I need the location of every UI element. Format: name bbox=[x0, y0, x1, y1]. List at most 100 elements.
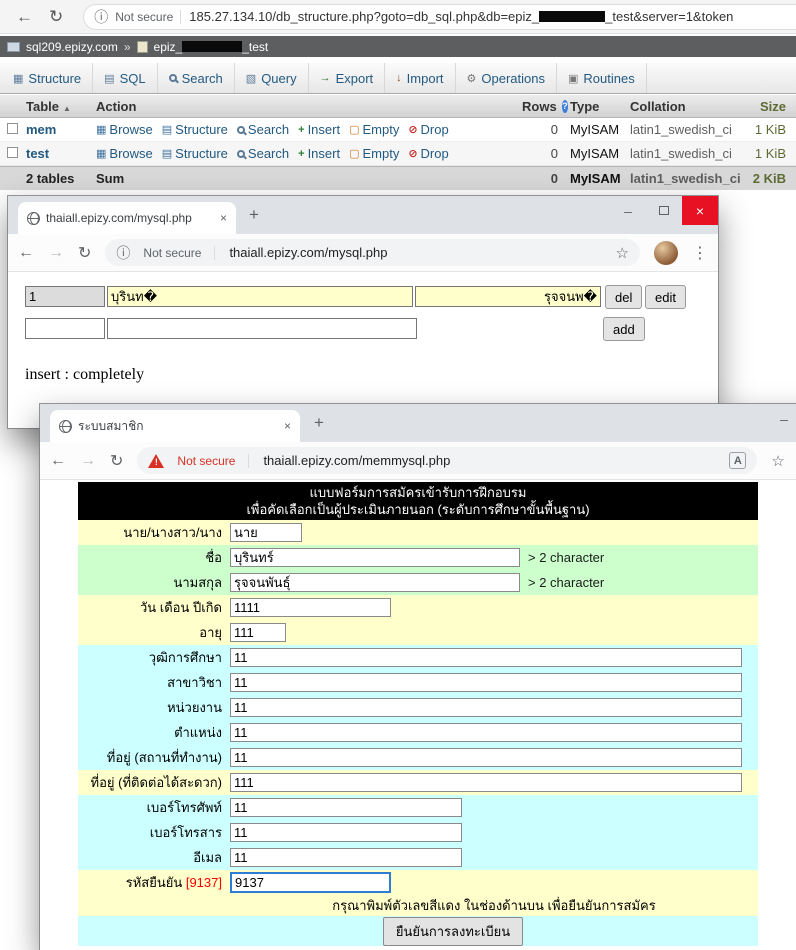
search-icon bbox=[169, 74, 177, 82]
last-name-input[interactable] bbox=[230, 573, 520, 592]
tab-export[interactable]: →Export bbox=[309, 63, 386, 93]
email-input[interactable] bbox=[230, 848, 462, 867]
form-title: แบบฟอร์มการสมัครเข้ารับการฝึกอบรม เพื่อค… bbox=[78, 482, 758, 520]
info-icon[interactable]: ⓘ bbox=[116, 243, 130, 263]
browser-toolbar: ← → ↻ ! Not secure thaiall.epizy.com/mem… bbox=[40, 442, 796, 480]
empty-link[interactable]: ▢Empty bbox=[349, 146, 399, 161]
refresh-icon[interactable]: ↻ bbox=[49, 7, 63, 27]
tab-close-icon[interactable]: × bbox=[284, 419, 291, 433]
address-bar[interactable]: ! Not secure thaiall.epizy.com/memmysql.… bbox=[137, 447, 757, 474]
phone-input[interactable] bbox=[230, 798, 462, 817]
drop-link[interactable]: ⊘Drop bbox=[408, 146, 448, 161]
del-button[interactable]: del bbox=[605, 285, 642, 309]
window-titlebar[interactable]: thaiall.epizy.com/mysql.php × + – × bbox=[8, 196, 718, 234]
contact-address-input[interactable] bbox=[230, 773, 742, 792]
tab-search[interactable]: Search bbox=[158, 63, 235, 93]
table-name-link[interactable]: mem bbox=[26, 122, 96, 137]
refresh-icon[interactable]: ↻ bbox=[78, 243, 91, 263]
position-input[interactable] bbox=[230, 723, 742, 742]
tab-import[interactable]: ↓Import bbox=[385, 63, 455, 93]
tab-close-icon[interactable]: × bbox=[220, 211, 227, 225]
edit-button[interactable]: edit bbox=[645, 285, 686, 309]
insert-link[interactable]: +Insert bbox=[298, 146, 340, 161]
row-checkbox[interactable] bbox=[7, 123, 18, 134]
tab-routines[interactable]: ▣Routines bbox=[557, 63, 647, 93]
forward-icon[interactable]: → bbox=[48, 244, 64, 262]
bookmark-star-icon[interactable]: ☆ bbox=[616, 244, 629, 262]
work-address-input[interactable] bbox=[230, 748, 742, 767]
table-name-link[interactable]: test bbox=[26, 146, 96, 161]
browser-tab[interactable]: thaiall.epizy.com/mysql.php × bbox=[18, 202, 236, 234]
header-label: Rows bbox=[522, 99, 557, 114]
tab-label: Import bbox=[407, 71, 444, 86]
size: 1 KiB bbox=[738, 146, 790, 161]
first-name-input[interactable] bbox=[230, 548, 520, 567]
close-button[interactable]: × bbox=[682, 196, 718, 225]
structure-link[interactable]: ▤Structure bbox=[162, 146, 228, 161]
info-icon[interactable]: ⓘ bbox=[94, 7, 108, 27]
menu-icon[interactable]: ⋮ bbox=[692, 243, 708, 263]
address-bar[interactable]: ⓘ Not secure 185.27.134.10/db_structure.… bbox=[83, 4, 796, 30]
tab-label: Query bbox=[261, 71, 296, 86]
insert-link[interactable]: +Insert bbox=[298, 122, 340, 137]
age-input[interactable] bbox=[230, 623, 286, 642]
back-icon[interactable]: ← bbox=[16, 7, 33, 27]
forward-icon[interactable]: → bbox=[80, 452, 96, 470]
help-icon[interactable]: ? bbox=[562, 100, 568, 113]
submit-button[interactable]: ยืนยันการลงทะเบียน bbox=[383, 917, 523, 946]
refresh-icon[interactable]: ↻ bbox=[110, 451, 123, 471]
fax-input[interactable] bbox=[230, 823, 462, 842]
name-input[interactable] bbox=[107, 286, 413, 307]
minimize-button[interactable]: – bbox=[610, 196, 646, 225]
registration-form: แบบฟอร์มการสมัครเข้ารับการฝึกอบรม เพื่อค… bbox=[78, 482, 758, 946]
captcha-input[interactable] bbox=[230, 872, 391, 893]
bookmark-star-icon[interactable]: ☆ bbox=[771, 452, 784, 470]
id-input[interactable] bbox=[25, 286, 105, 307]
action-label: Insert bbox=[308, 146, 341, 161]
translate-icon[interactable]: A bbox=[729, 452, 746, 469]
tab-query[interactable]: ▧Query bbox=[235, 63, 309, 93]
structure-link[interactable]: ▤Structure bbox=[162, 122, 228, 137]
back-icon[interactable]: ← bbox=[18, 244, 34, 262]
maximize-button[interactable] bbox=[646, 196, 682, 225]
database-icon bbox=[137, 41, 148, 53]
empty-link[interactable]: ▢Empty bbox=[349, 122, 399, 137]
form-row: อายุ bbox=[78, 620, 758, 645]
back-icon[interactable]: ← bbox=[50, 452, 66, 470]
window-titlebar[interactable]: ระบบสมาชิก × + – × bbox=[40, 404, 796, 442]
minimize-button[interactable]: – bbox=[766, 404, 796, 433]
new-id-input[interactable] bbox=[25, 318, 105, 339]
tab-sql[interactable]: ▤SQL bbox=[93, 63, 157, 93]
breadcrumb-database[interactable]: epiz__test bbox=[154, 40, 269, 54]
profile-avatar[interactable] bbox=[654, 241, 678, 265]
browse-link[interactable]: ▦Browse bbox=[96, 146, 153, 161]
major-input[interactable] bbox=[230, 673, 742, 692]
tab-structure[interactable]: ▦Structure bbox=[2, 63, 93, 93]
browser-tab[interactable]: ระบบสมาชิก × bbox=[50, 410, 300, 442]
drop-link[interactable]: ⊘Drop bbox=[408, 122, 448, 137]
new-name-input[interactable] bbox=[107, 318, 417, 339]
new-tab-button[interactable]: + bbox=[314, 413, 324, 433]
title-input[interactable] bbox=[230, 523, 302, 542]
window-controls: – × bbox=[766, 404, 796, 433]
collation: latin1_swedish_ci bbox=[630, 122, 738, 137]
address-bar[interactable]: ⓘ Not secure thaiall.epizy.com/mysql.php… bbox=[105, 239, 640, 266]
add-button[interactable]: add bbox=[603, 317, 645, 341]
tab-operations[interactable]: ⚙Operations bbox=[456, 63, 557, 93]
search-link[interactable]: Search bbox=[237, 146, 289, 161]
education-input[interactable] bbox=[230, 648, 742, 667]
birthdate-input[interactable] bbox=[230, 598, 391, 617]
surname-input[interactable] bbox=[415, 286, 601, 307]
export-icon: → bbox=[320, 72, 331, 84]
breadcrumb-server[interactable]: sql209.epizy.com bbox=[26, 40, 118, 54]
field-label: นามสกุล bbox=[78, 572, 230, 593]
header-action: Action bbox=[96, 99, 522, 114]
search-link[interactable]: Search bbox=[237, 122, 289, 137]
row-checkbox[interactable] bbox=[7, 147, 18, 158]
structure-icon: ▤ bbox=[162, 123, 172, 136]
form-row: ยืนยันการลงทะเบียน bbox=[78, 916, 758, 946]
header-table[interactable]: Table▲ bbox=[26, 99, 96, 114]
browse-link[interactable]: ▦Browse bbox=[96, 122, 153, 137]
organization-input[interactable] bbox=[230, 698, 742, 717]
new-tab-button[interactable]: + bbox=[249, 205, 259, 225]
